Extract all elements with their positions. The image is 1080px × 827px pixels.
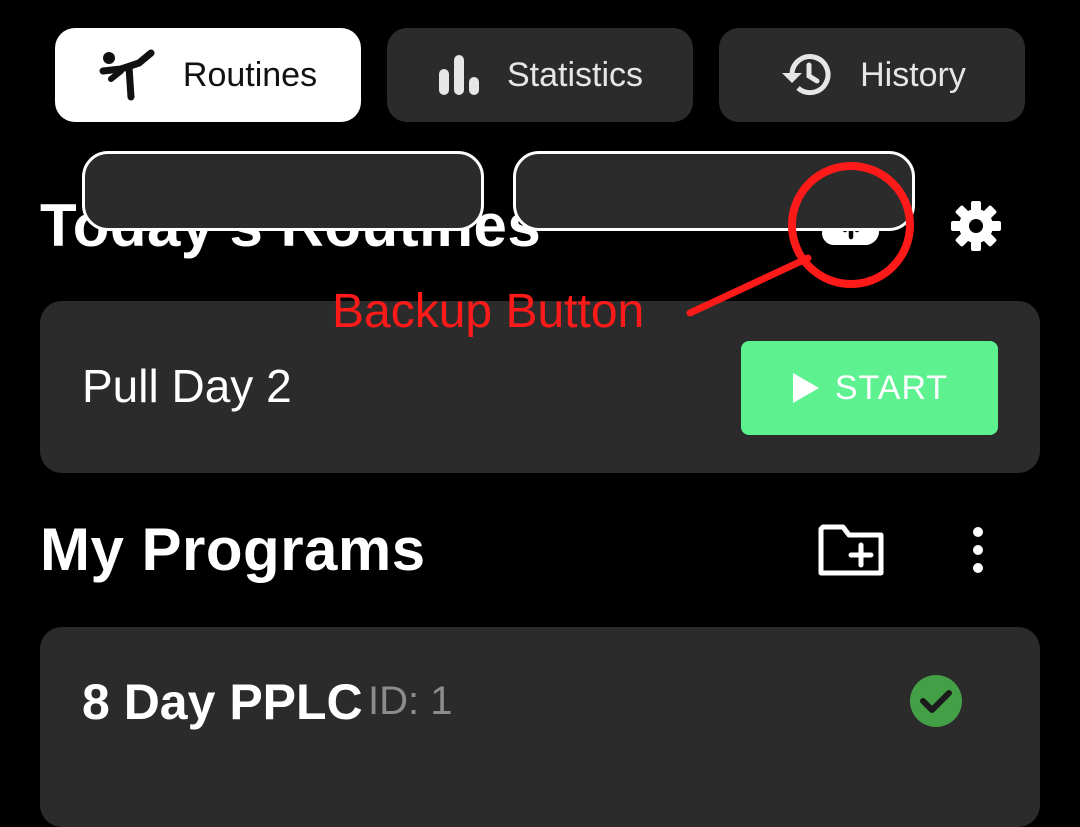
annotation-line bbox=[686, 254, 812, 317]
annotation-circle bbox=[788, 162, 914, 288]
annotation-overlay bbox=[686, 162, 914, 317]
annotation-label: Backup Button bbox=[332, 285, 645, 338]
